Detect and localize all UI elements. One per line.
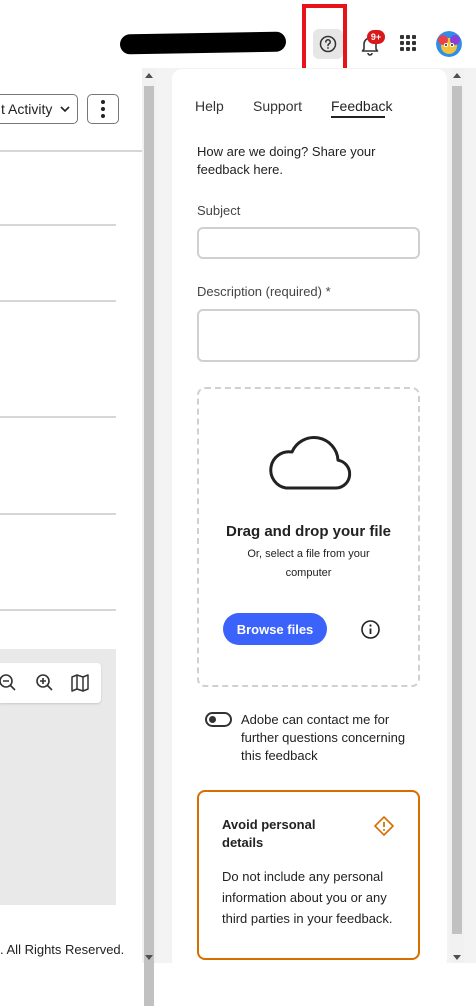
scrollbar-thumb[interactable] xyxy=(452,86,462,934)
scroll-up-arrow[interactable] xyxy=(145,73,153,78)
copyright-footer: . All Rights Reserved. xyxy=(0,942,125,957)
dropzone-title: Drag and drop your file xyxy=(225,523,391,540)
alert-diamond-icon xyxy=(374,816,394,836)
map-icon[interactable] xyxy=(70,673,90,693)
subject-label: Subject xyxy=(197,203,241,218)
warning-title: Avoid personal details xyxy=(222,817,316,850)
activity-select[interactable]: t Activity xyxy=(0,94,78,124)
contact-toggle[interactable] xyxy=(205,712,232,727)
divider xyxy=(0,150,142,152)
apps-grid-icon[interactable] xyxy=(400,35,417,52)
more-vertical-icon xyxy=(101,100,105,104)
cloud-upload-icon xyxy=(269,436,352,490)
redacted-text xyxy=(119,31,287,55)
tab-support[interactable]: Support xyxy=(253,98,302,114)
map-toolbar xyxy=(0,663,101,703)
info-icon[interactable] xyxy=(360,619,381,640)
chevron-down-icon xyxy=(60,106,70,113)
panel-scrollbar[interactable] xyxy=(450,68,464,963)
contact-toggle-label: Adobe can contact me for further questio… xyxy=(241,712,406,763)
main-scrollbar[interactable] xyxy=(142,68,156,1006)
notification-badge: 9+ xyxy=(367,30,385,44)
divider xyxy=(0,609,116,611)
more-options-button[interactable] xyxy=(87,94,119,124)
top-bar: 9+ xyxy=(0,0,476,80)
toggle-knob xyxy=(209,716,216,723)
avatar[interactable] xyxy=(436,31,462,57)
scroll-down-arrow[interactable] xyxy=(453,955,461,960)
scrollbar-thumb[interactable] xyxy=(144,86,154,1006)
tab-feedback[interactable]: Feedback xyxy=(331,98,392,114)
divider xyxy=(0,416,116,418)
scroll-down-arrow[interactable] xyxy=(145,955,153,960)
user-avatar-icon xyxy=(436,31,462,57)
subject-input[interactable] xyxy=(197,227,420,259)
divider xyxy=(0,300,116,302)
warning-body: Do not include any personal information … xyxy=(222,869,393,926)
activity-select-value: t Activity xyxy=(1,101,53,117)
dropzone-subtitle: Or, select a file from your computer xyxy=(247,548,370,579)
browse-files-button[interactable]: Browse files xyxy=(223,613,327,645)
description-textarea[interactable] xyxy=(197,309,420,362)
divider xyxy=(0,513,116,515)
feedback-intro: How are we doing? Share your feedback he… xyxy=(197,144,376,177)
description-label: Description (required) * xyxy=(197,284,331,299)
scroll-up-arrow[interactable] xyxy=(453,73,461,78)
active-tab-indicator xyxy=(331,116,385,118)
zoom-in-icon[interactable] xyxy=(35,673,55,693)
zoom-out-icon[interactable] xyxy=(0,673,18,693)
tab-help[interactable]: Help xyxy=(195,98,224,114)
divider xyxy=(0,224,116,226)
